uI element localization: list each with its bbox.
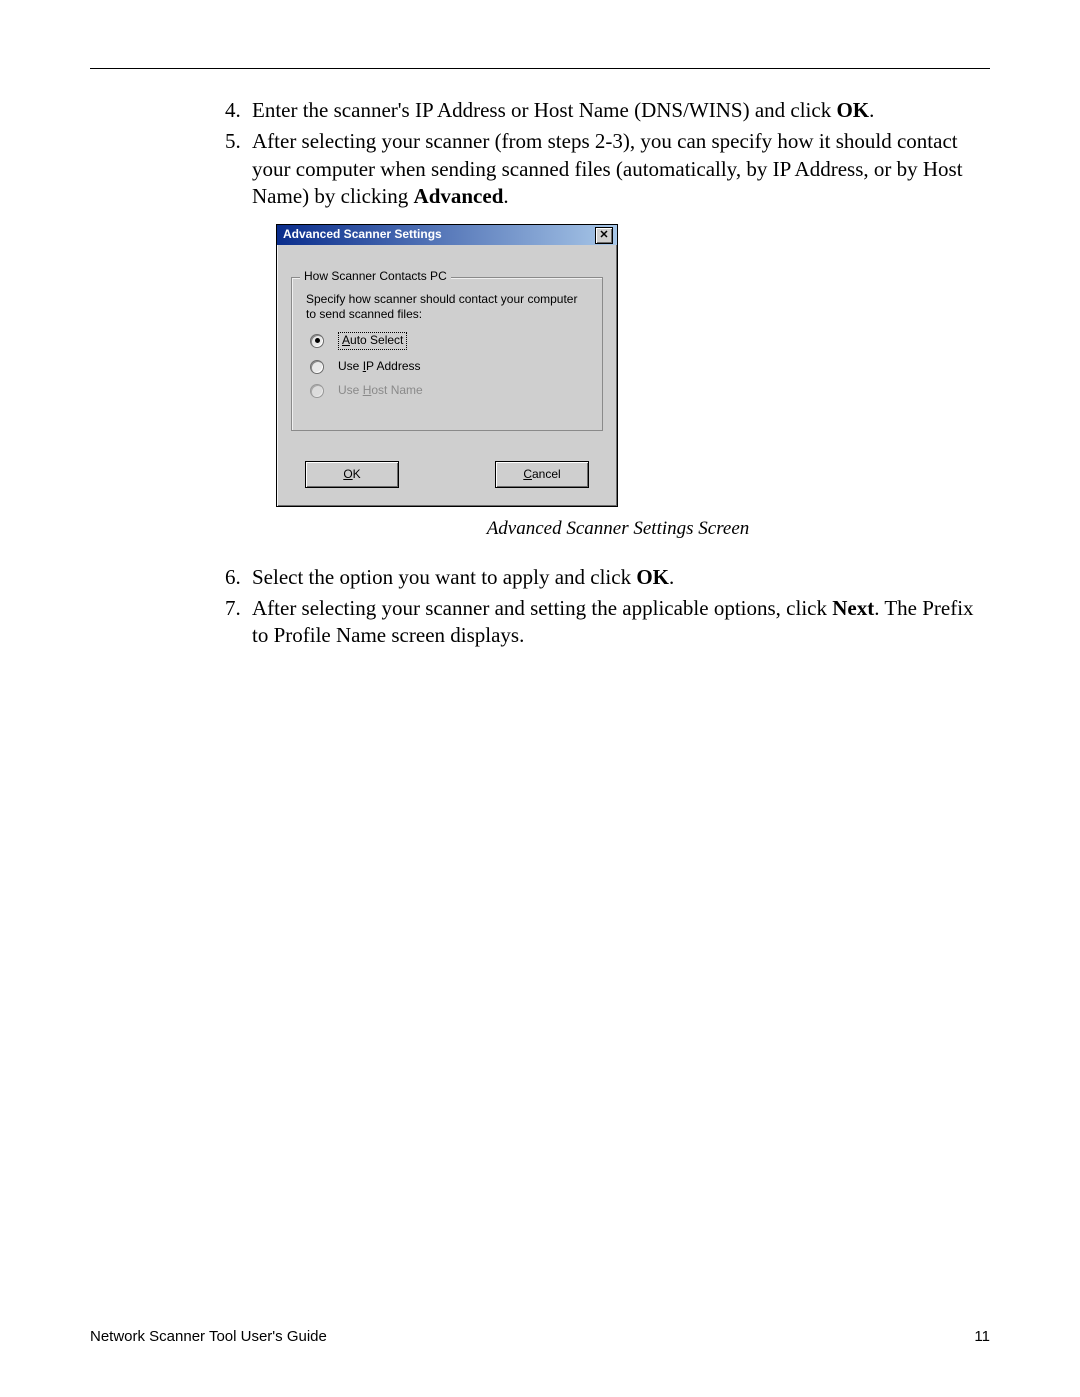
body-content: Enter the scanner's IP Address or Host N… [210, 97, 990, 650]
ok-button[interactable]: OK [305, 461, 399, 488]
radio-icon [310, 360, 324, 374]
header-rule [90, 68, 990, 69]
option-label: Use Host Name [338, 383, 423, 399]
option-use-ip-address[interactable]: Use IP Address [310, 359, 588, 375]
page-footer: Network Scanner Tool User's Guide 11 [90, 1328, 990, 1345]
group-legend: How Scanner Contacts PC [300, 269, 451, 285]
advanced-scanner-settings-dialog: Advanced Scanner Settings ✕ How Scanner … [276, 224, 618, 507]
option-use-host-name: Use Host Name [310, 383, 588, 399]
step-text-tail: . [503, 184, 508, 208]
option-label: Auto Select [338, 332, 407, 350]
step-bold: Next [832, 596, 874, 620]
dialog-figure: Advanced Scanner Settings ✕ How Scanner … [276, 224, 990, 541]
dialog-body: How Scanner Contacts PC Specify how scan… [277, 245, 617, 506]
step-text: Select the option you want to apply and … [252, 565, 636, 589]
dialog-title: Advanced Scanner Settings [283, 227, 442, 243]
document-page: Enter the scanner's IP Address or Host N… [0, 0, 1080, 1397]
step-text: Enter the scanner's IP Address or Host N… [252, 98, 836, 122]
button-label: Cancel [523, 467, 560, 483]
step-bold: Advanced [414, 184, 504, 208]
option-auto-select[interactable]: Auto Select [310, 332, 588, 350]
button-label: OK [343, 467, 360, 483]
footer-title: Network Scanner Tool User's Guide [90, 1328, 327, 1345]
step-text-tail: . [669, 565, 674, 589]
close-icon: ✕ [599, 230, 608, 241]
option-label: Use IP Address [338, 359, 421, 375]
step-5: After selecting your scanner (from steps… [246, 128, 990, 210]
step-bold: OK [636, 565, 669, 589]
close-button[interactable]: ✕ [595, 227, 613, 244]
step-7: After selecting your scanner and setting… [246, 595, 990, 650]
step-text: After selecting your scanner and setting… [252, 596, 832, 620]
how-scanner-contacts-pc-group: How Scanner Contacts PC Specify how scan… [291, 277, 603, 431]
cancel-button[interactable]: Cancel [495, 461, 589, 488]
radio-disabled-icon [310, 384, 324, 398]
dialog-button-row: OK Cancel [291, 461, 603, 488]
step-text: After selecting your scanner (from steps… [252, 129, 963, 208]
page-number: 11 [974, 1328, 990, 1345]
step-6: Select the option you want to apply and … [246, 564, 990, 591]
step-text-tail: . [869, 98, 874, 122]
ordered-steps: Enter the scanner's IP Address or Host N… [210, 97, 990, 210]
ordered-steps-continued: Select the option you want to apply and … [210, 564, 990, 650]
figure-caption: Advanced Scanner Settings Screen [246, 517, 990, 542]
step-bold: OK [836, 98, 869, 122]
dialog-titlebar: Advanced Scanner Settings ✕ [277, 225, 617, 245]
step-4: Enter the scanner's IP Address or Host N… [246, 97, 990, 124]
radio-selected-icon [310, 334, 324, 348]
group-description: Specify how scanner should contact your … [306, 292, 588, 322]
